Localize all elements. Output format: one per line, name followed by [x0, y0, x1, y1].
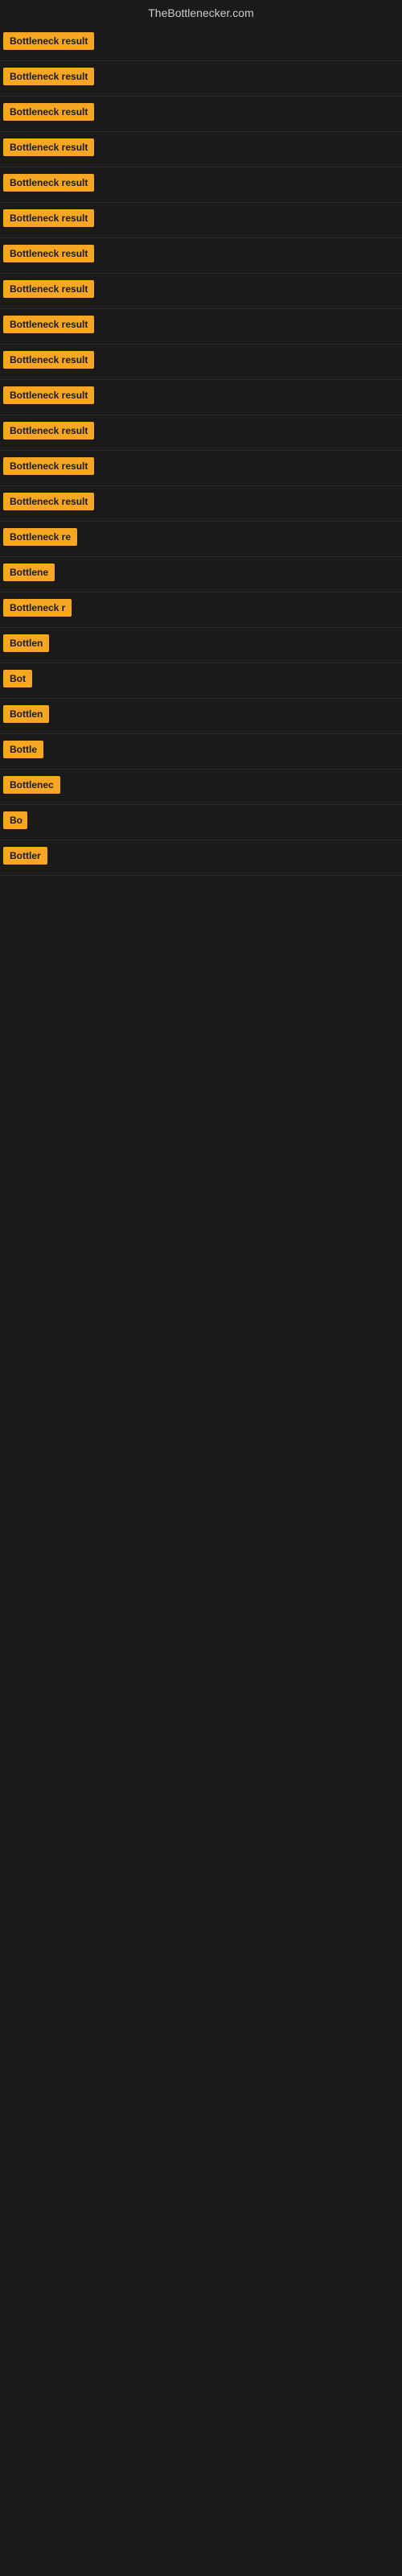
list-item: Bottleneck result	[0, 203, 402, 238]
bottleneck-result-badge[interactable]: Bottleneck result	[3, 422, 94, 440]
bottleneck-result-badge[interactable]: Bottleneck result	[3, 68, 94, 85]
list-item: Bottleneck re	[0, 522, 402, 557]
list-item: Bottleneck result	[0, 97, 402, 132]
list-item: Bottleneck result	[0, 274, 402, 309]
bottleneck-result-badge[interactable]: Bottleneck re	[3, 528, 77, 546]
list-item: Bottlene	[0, 557, 402, 592]
list-item: Bottleneck result	[0, 238, 402, 274]
list-item: Bottle	[0, 734, 402, 770]
bottleneck-result-badge[interactable]: Bottleneck result	[3, 138, 94, 156]
list-item: Bo	[0, 805, 402, 840]
list-item: Bot	[0, 663, 402, 699]
list-item: Bottleneck result	[0, 415, 402, 451]
site-title: TheBottlenecker.com	[0, 0, 402, 26]
bottleneck-result-badge[interactable]: Bottlen	[3, 705, 49, 723]
bottleneck-result-badge[interactable]: Bot	[3, 670, 32, 687]
bottleneck-result-badge[interactable]: Bottleneck result	[3, 103, 94, 121]
list-item: Bottleneck result	[0, 26, 402, 61]
list-item: Bottleneck result	[0, 486, 402, 522]
bottleneck-result-badge[interactable]: Bottlene	[3, 564, 55, 581]
list-item: Bottleneck result	[0, 451, 402, 486]
list-item: Bottleneck result	[0, 132, 402, 167]
bottleneck-result-badge[interactable]: Bottleneck result	[3, 174, 94, 192]
list-item: Bottleneck result	[0, 61, 402, 97]
list-item: Bottler	[0, 840, 402, 876]
bottleneck-result-badge[interactable]: Bottle	[3, 741, 43, 758]
bottleneck-result-badge[interactable]: Bottleneck result	[3, 493, 94, 510]
bottleneck-result-badge[interactable]: Bottleneck result	[3, 280, 94, 298]
rows-container: Bottleneck result Bottleneck result Bottle…	[0, 26, 402, 876]
bottleneck-result-badge[interactable]: Bottleneck result	[3, 245, 94, 262]
list-item: Bottleneck r	[0, 592, 402, 628]
list-item: Bottleneck result	[0, 167, 402, 203]
bottleneck-result-badge[interactable]: Bottleneck result	[3, 209, 94, 227]
bottleneck-result-badge[interactable]: Bottleneck result	[3, 32, 94, 50]
bottleneck-result-badge[interactable]: Bottleneck result	[3, 316, 94, 333]
bottleneck-result-badge[interactable]: Bottleneck result	[3, 351, 94, 369]
list-item: Bottlen	[0, 699, 402, 734]
site-title-bar: TheBottlenecker.com	[0, 0, 402, 26]
list-item: Bottleneck result	[0, 309, 402, 345]
list-item: Bottleneck result	[0, 345, 402, 380]
list-item: Bottlenec	[0, 770, 402, 805]
list-item: Bottlen	[0, 628, 402, 663]
bottleneck-result-badge[interactable]: Bottleneck r	[3, 599, 72, 617]
list-item: Bottleneck result	[0, 380, 402, 415]
bottleneck-result-badge[interactable]: Bottler	[3, 847, 47, 865]
bottleneck-result-badge[interactable]: Bottlen	[3, 634, 49, 652]
bottleneck-result-badge[interactable]: Bottleneck result	[3, 386, 94, 404]
bottleneck-result-badge[interactable]: Bottlenec	[3, 776, 60, 794]
bottleneck-result-badge[interactable]: Bottleneck result	[3, 457, 94, 475]
bottleneck-result-badge[interactable]: Bo	[3, 811, 27, 829]
